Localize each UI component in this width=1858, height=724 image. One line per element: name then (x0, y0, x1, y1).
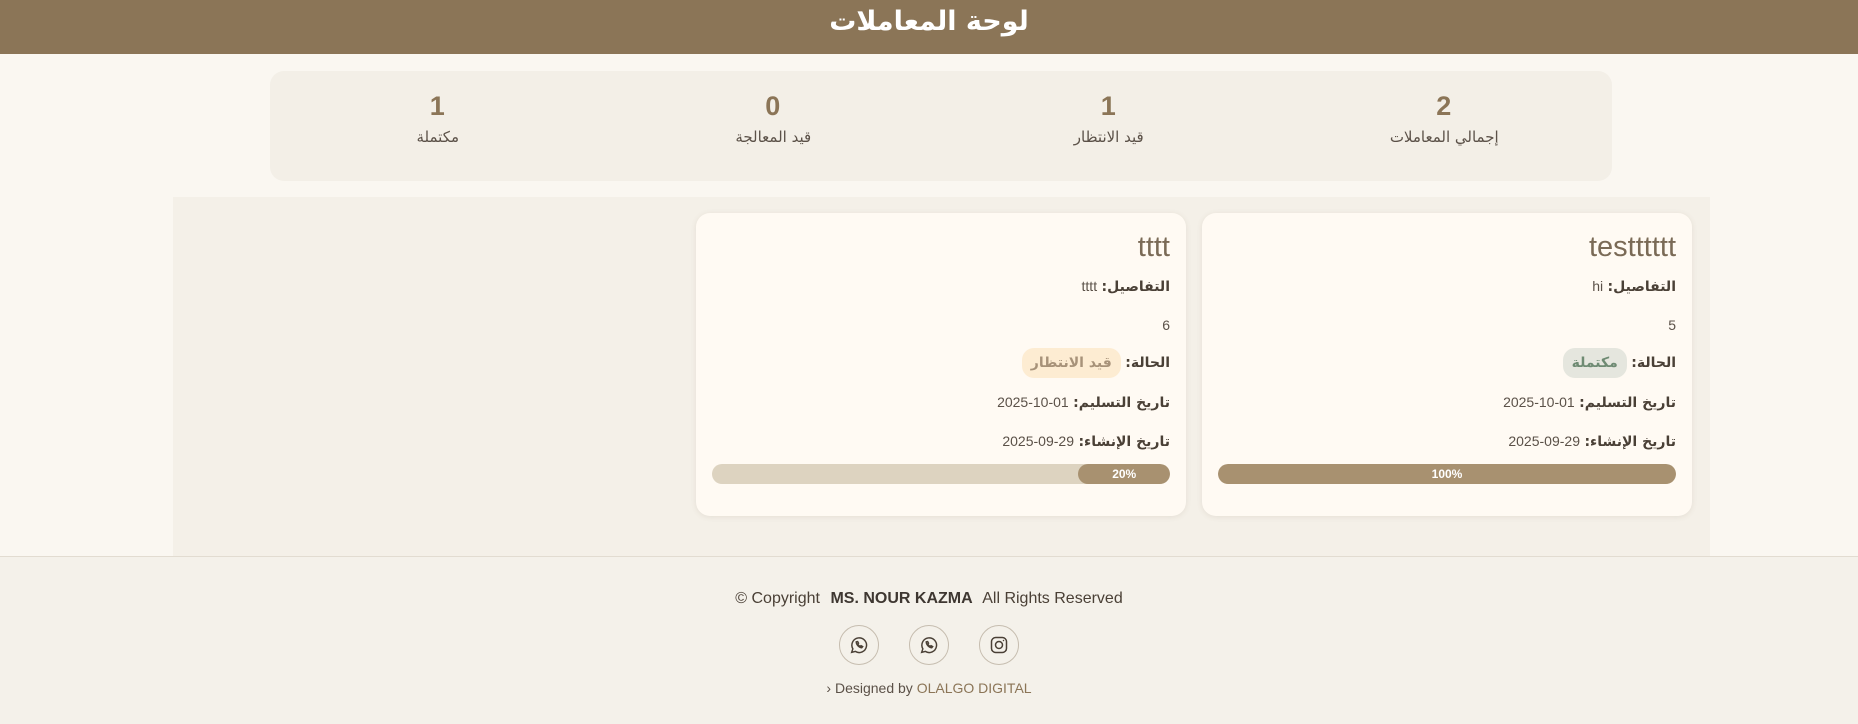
number-row: 6 (1162, 317, 1170, 333)
transaction-card[interactable]: tttt التفاصيل: tttt 6 الحالة: قيد الانتظ… (696, 213, 1186, 516)
stat-value: 0 (765, 91, 782, 121)
stat-value: 1 (1100, 91, 1117, 121)
created-date: 29-09-2025 (1002, 433, 1074, 449)
details-row: التفاصيل: tttt (712, 267, 1170, 306)
social-links (0, 625, 1858, 665)
copyright-owner: MS. NOUR KAZMA (830, 590, 973, 607)
status-label: الحالة: (1125, 355, 1170, 371)
created-label: تاريخ الإنشاء: (1078, 434, 1170, 450)
stat-label: إجمالي المعاملات (1389, 128, 1499, 146)
details-value: hi (1592, 278, 1604, 294)
stat-total: 2 إجمالي المعاملات (1277, 71, 1613, 181)
designed-prefix: › Designed by (826, 680, 913, 696)
footer: © Copyright MS. NOUR KAZMA All Rights Re… (0, 557, 1858, 724)
stat-value: 1 (429, 91, 446, 121)
status-row: الحالة: قيد الانتظار (712, 344, 1170, 383)
copyright-rights: All Rights Reserved (982, 590, 1123, 607)
progress-bar: 100% (1218, 464, 1676, 484)
delivery-date: 01-10-2025 (1503, 394, 1575, 410)
card-title: tttt (1137, 231, 1170, 263)
whatsapp-link[interactable] (909, 625, 949, 665)
delivery-label: تاريخ التسليم: (1579, 395, 1676, 411)
transaction-card[interactable]: testttttt التفاصيل: hi 5 الحالة: مكتملة … (1202, 213, 1692, 516)
delivery-label: تاريخ التسليم: (1073, 395, 1170, 411)
stat-value: 2 (1436, 91, 1453, 121)
details-row: التفاصيل: hi (1218, 267, 1676, 306)
created-row: تاريخ الإنشاء: 29-09-2025 (712, 422, 1170, 461)
page-title: لوحة المعاملات (829, 5, 1029, 37)
stat-label: مكتملة (416, 128, 460, 146)
instagram-link[interactable] (979, 625, 1019, 665)
whatsapp-icon (850, 637, 868, 654)
details-value: tttt (1081, 278, 1098, 294)
progress-bar: 20% (712, 464, 1170, 484)
created-row: تاريخ الإنشاء: 29-09-2025 (1218, 422, 1676, 461)
number-row: 5 (1668, 317, 1676, 333)
designer-link[interactable]: OLALGO DIGITAL (917, 680, 1032, 696)
stats-panel: 2 إجمالي المعاملات 1 قيد الانتظار 0 قيد … (270, 71, 1612, 181)
card-title: testttttt (1588, 231, 1676, 263)
stat-label: قيد المعالجة (735, 128, 812, 146)
whatsapp-icon (920, 637, 938, 654)
details-label: التفاصيل: (1607, 279, 1676, 295)
designed-by: › Designed by OLALGO DIGITAL (0, 680, 1858, 696)
status-badge: مكتملة (1562, 348, 1627, 378)
copyright-prefix: © Copyright (735, 590, 820, 607)
stat-processing: 0 قيد المعالجة (606, 71, 942, 181)
status-badge: قيد الانتظار (1021, 348, 1121, 378)
stat-pending: 1 قيد الانتظار (941, 71, 1277, 181)
instagram-icon (990, 636, 1008, 654)
details-label: التفاصيل: (1101, 279, 1170, 295)
copyright: © Copyright MS. NOUR KAZMA All Rights Re… (0, 590, 1858, 608)
status-row: الحالة: مكتملة (1218, 344, 1676, 383)
created-label: تاريخ الإنشاء: (1584, 434, 1676, 450)
progress-fill: 20% (1078, 464, 1170, 484)
stat-completed: 1 مكتملة (270, 71, 606, 181)
created-date: 29-09-2025 (1508, 433, 1580, 449)
delivery-row: تاريخ التسليم: 01-10-2025 (1218, 383, 1676, 422)
delivery-row: تاريخ التسليم: 01-10-2025 (712, 383, 1170, 422)
stat-label: قيد الانتظار (1073, 128, 1144, 146)
status-label: الحالة: (1631, 355, 1676, 371)
delivery-date: 01-10-2025 (997, 394, 1069, 410)
whatsapp-link[interactable] (839, 625, 879, 665)
progress-fill: 100% (1218, 464, 1676, 484)
top-header: لوحة المعاملات (0, 0, 1858, 54)
